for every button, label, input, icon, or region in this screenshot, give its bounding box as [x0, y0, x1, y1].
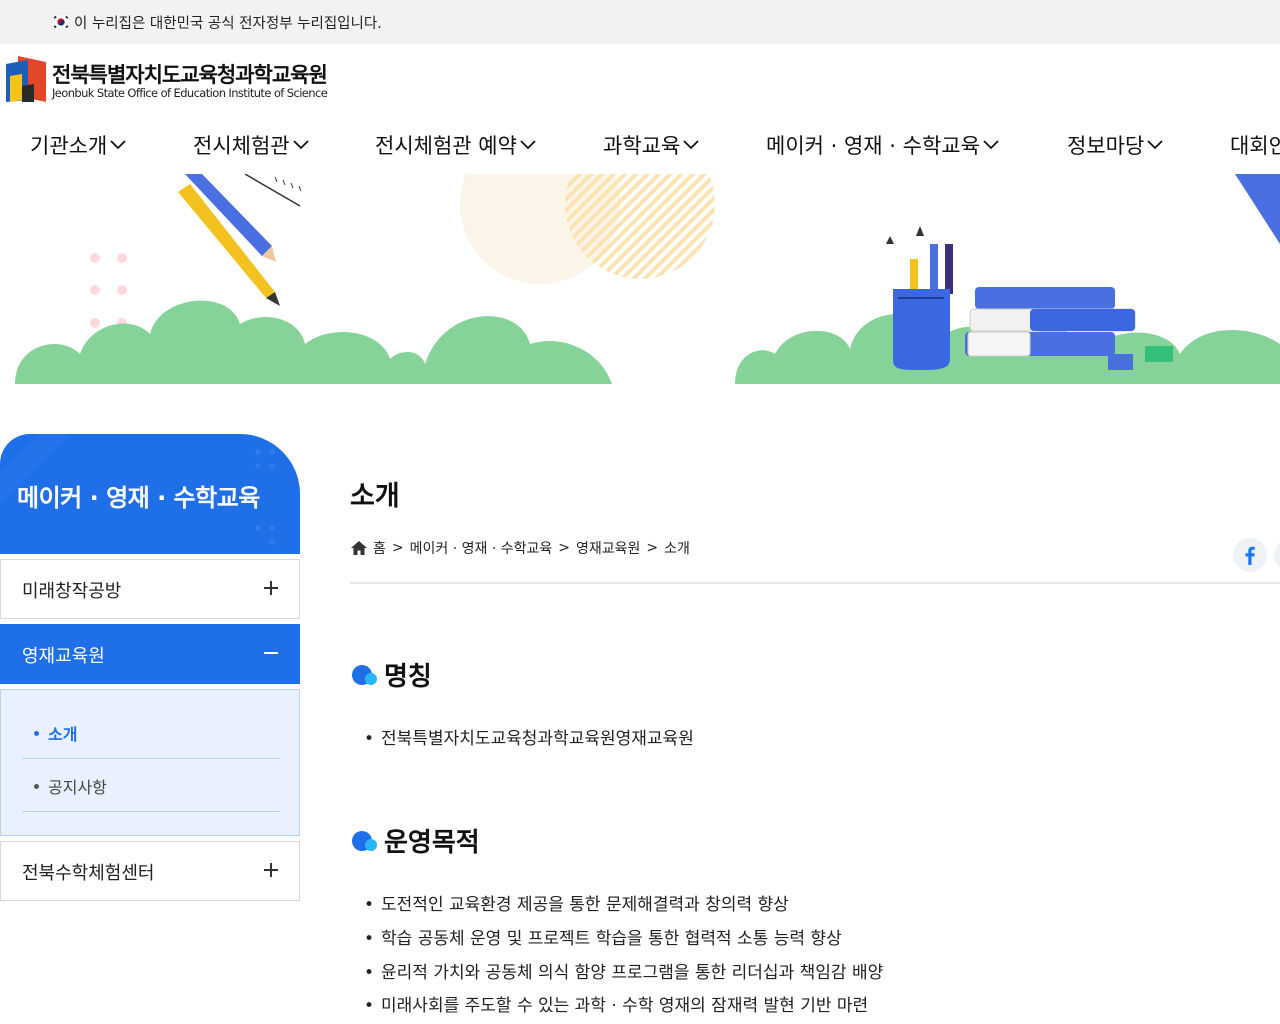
- chevron-down-icon: [292, 140, 309, 150]
- list-item: 전북특별자치도교육청과학교육원영재교육원: [364, 724, 694, 749]
- chevron-down-icon: [110, 140, 126, 150]
- section-heading: 운영목적: [350, 822, 480, 859]
- bullet-dot: [34, 784, 39, 789]
- gnb-item-label: 기관소개: [30, 134, 108, 158]
- gnb-item-info[interactable]: 정보마당: [1067, 130, 1163, 160]
- gnb-item-reservation[interactable]: 전시체험관 예약: [375, 130, 536, 160]
- list-item: 윤리적 가치와 공동체 의식 함양 프로그램을 통한 리더십과 책임감 배양: [364, 958, 883, 983]
- sidebar-item-maker-studio[interactable]: 미래창작공방: [0, 559, 300, 619]
- gov-banner-text: 이 누리집은 대한민국 공식 전자정부 누리집입니다.: [74, 16, 382, 32]
- gnb-item-science[interactable]: 과학교육: [603, 130, 699, 160]
- gnb-item-about[interactable]: 기관소개: [30, 130, 126, 160]
- hero-illustration: [15, 174, 1280, 384]
- facebook-icon: [1245, 546, 1255, 565]
- gnb-item-maker[interactable]: 메이커 · 영재 · 수학교육: [766, 130, 999, 160]
- gnb-item-exhibition[interactable]: 전시체험관: [193, 130, 309, 160]
- logo-name-en: Jeonbuk State Office of Education Instit…: [52, 86, 328, 100]
- sidebar-item-gifted-edu[interactable]: 영재교육원: [0, 624, 300, 684]
- breadcrumb-home[interactable]: 홈: [373, 538, 386, 558]
- share-button[interactable]: [1274, 538, 1280, 572]
- list-item: 도전적인 교육환경 제공을 통한 문제해결력과 창의력 향상: [364, 890, 789, 915]
- sidebar-header: 메이커 · 영재 · 수학교육: [0, 434, 300, 554]
- home-icon[interactable]: [350, 540, 368, 556]
- breadcrumb-separator: >: [558, 540, 570, 556]
- site-logo[interactable]: 전북특별자치도교육청과학교육원 Jeonbuk State Office of …: [6, 56, 336, 106]
- sidebar-title: 메이커 · 영재 · 수학교육: [17, 484, 260, 512]
- logo-name-ko: 전북특별자치도교육청과학교육원: [52, 63, 328, 87]
- section-heading-text: 명칭: [384, 662, 432, 692]
- breadcrumb-item[interactable]: 영재교육원: [576, 538, 640, 558]
- submenu-item-label: 소개: [48, 725, 78, 744]
- submenu-item-label: 공지사항: [48, 778, 107, 797]
- sidebar-submenu: 소개 공지사항: [0, 689, 300, 836]
- chevron-down-icon: [983, 140, 999, 150]
- gnb-item-label: 대회안내: [1230, 134, 1280, 158]
- plus-icon: [264, 863, 278, 877]
- facebook-share-button[interactable]: [1233, 538, 1267, 572]
- breadcrumb-divider: [350, 582, 1280, 584]
- sidebar-item-label: 전북수학체험센터: [22, 863, 155, 884]
- sidebar-item-label: 미래창작공방: [22, 581, 122, 602]
- breadcrumb-item[interactable]: 메이커 · 영재 · 수학교육: [410, 538, 553, 558]
- sidebar-item-math-center[interactable]: 전북수학체험센터: [0, 841, 300, 901]
- minus-icon: [264, 652, 278, 654]
- gnb-item-label: 정보마당: [1067, 134, 1145, 158]
- chevron-down-icon: [1147, 140, 1163, 150]
- bullet-dot: [34, 731, 39, 736]
- breadcrumb-separator: >: [391, 540, 404, 556]
- section-bullet-icon: [352, 830, 377, 851]
- plus-icon: [264, 581, 278, 595]
- submenu-item-notice[interactable]: 공지사항: [22, 759, 280, 812]
- chevron-down-icon: [520, 140, 536, 150]
- hero-banner: [0, 174, 1280, 384]
- submenu-item-intro[interactable]: 소개: [22, 706, 280, 759]
- global-nav: 기관소개 전시체험관 전시체험관 예약 과학교육 메이커 · 영재 · 수학교육…: [0, 116, 1280, 174]
- gnb-item-label: 전시체험관 예약: [375, 134, 517, 158]
- page-title: 소개: [350, 481, 400, 512]
- gnb-item-contest[interactable]: 대회안내: [1230, 130, 1280, 160]
- sidebar-item-label: 영재교육원: [22, 646, 105, 667]
- chevron-down-icon: [683, 140, 699, 150]
- gov-banner: 이 누리집은 대한민국 공식 전자정부 누리집입니다.: [0, 0, 1280, 44]
- section-bullet-icon: [352, 664, 377, 685]
- breadcrumb-current: 소개: [664, 541, 690, 557]
- breadcrumb-separator: >: [646, 540, 659, 556]
- gnb-item-label: 과학교육: [603, 134, 681, 158]
- logo-mark-icon: [6, 56, 46, 102]
- section-heading-text: 운영목적: [384, 828, 480, 858]
- section-heading: 명칭: [350, 656, 432, 693]
- gnb-item-label: 전시체험관: [193, 134, 290, 158]
- gnb-item-label: 메이커 · 영재 · 수학교육: [766, 134, 980, 158]
- korea-flag-icon: [52, 14, 70, 30]
- breadcrumb: 홈 > 메이커 · 영재 · 수학교육 > 영재교육원 > 소개: [350, 538, 690, 558]
- list-item: 미래사회를 주도할 수 있는 과학 · 수학 영재의 잠재력 발현 기반 마련: [364, 991, 868, 1016]
- list-item: 학습 공동체 운영 및 프로젝트 학습을 통한 협력적 소통 능력 향상: [364, 924, 842, 949]
